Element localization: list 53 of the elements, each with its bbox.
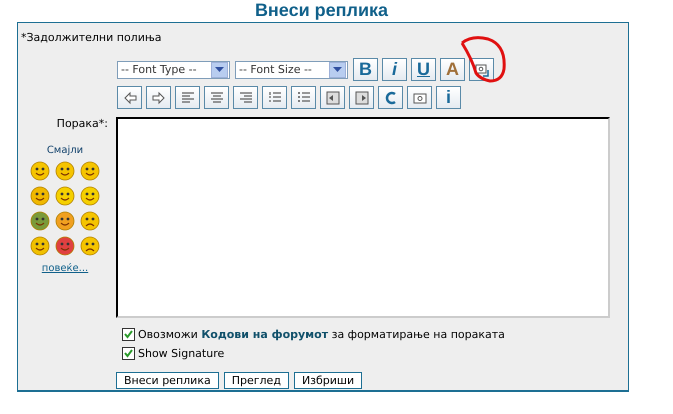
align-left-icon <box>180 90 196 106</box>
smiley-icon[interactable] <box>55 236 75 256</box>
smilies-title: Смајли <box>46 145 84 156</box>
align-right-icon <box>238 90 254 106</box>
smiley-icon[interactable] <box>30 236 50 256</box>
smiley-icon[interactable] <box>80 161 100 181</box>
align-left-button[interactable] <box>175 86 200 109</box>
checkbox[interactable] <box>122 347 135 360</box>
form-button[interactable]: Преглед <box>224 372 289 389</box>
arrow-left-button[interactable] <box>117 86 142 109</box>
smiley-icon[interactable] <box>80 186 100 206</box>
font-select[interactable]: -- Font Type -- <box>117 60 230 78</box>
arrow-right-button[interactable] <box>146 86 171 109</box>
checkbox[interactable] <box>122 328 135 341</box>
color-button[interactable]: A <box>440 58 465 81</box>
message-field[interactable] <box>116 117 610 318</box>
option-label: Show Signature <box>138 347 224 360</box>
caret-icon <box>333 66 342 72</box>
image-button[interactable] <box>407 86 432 109</box>
form-button[interactable]: Внеси реплика <box>116 372 219 389</box>
indent-button[interactable] <box>349 86 374 109</box>
font-select[interactable]: -- Font Size -- <box>235 60 348 78</box>
smiley-icon[interactable] <box>55 211 75 231</box>
redo-button[interactable] <box>378 86 403 109</box>
smiley-icon[interactable] <box>80 211 100 231</box>
smiley-icon[interactable] <box>80 236 100 256</box>
required-note: *Задолжителни полиња <box>21 31 162 44</box>
smiley-icon[interactable] <box>55 186 75 206</box>
info-button[interactable]: i <box>436 86 461 109</box>
underline-button[interactable]: U <box>411 58 436 81</box>
page-title: Внеси реплика <box>254 0 390 22</box>
smiley-icon[interactable] <box>30 211 50 231</box>
bullet-list-button[interactable] <box>291 86 316 109</box>
smiley-icon[interactable] <box>55 161 75 181</box>
arrow-left-icon <box>122 90 138 106</box>
smiley-icon[interactable] <box>30 186 50 206</box>
form-button[interactable]: Избриши <box>294 372 362 389</box>
align-right-button[interactable] <box>233 86 258 109</box>
align-center-icon <box>208 90 224 106</box>
outdent-icon <box>324 90 340 106</box>
italic-button[interactable]: i <box>382 58 407 81</box>
more-smilies-link[interactable]: повеќе... <box>42 263 88 274</box>
bold-button[interactable]: B <box>353 58 378 81</box>
align-center-button[interactable] <box>204 86 229 109</box>
image-link-icon <box>474 62 490 78</box>
option-label: Овозможи Кодови на форумот за форматирање на пораката <box>138 328 505 341</box>
arrow-right-icon <box>150 90 166 106</box>
message-label: Порака*: <box>56 117 108 130</box>
outdent-button[interactable] <box>320 86 345 109</box>
indent-icon <box>354 90 370 106</box>
smiley-icon[interactable] <box>30 161 50 181</box>
numbered-list-button[interactable] <box>262 86 287 109</box>
caret-icon <box>215 66 224 72</box>
